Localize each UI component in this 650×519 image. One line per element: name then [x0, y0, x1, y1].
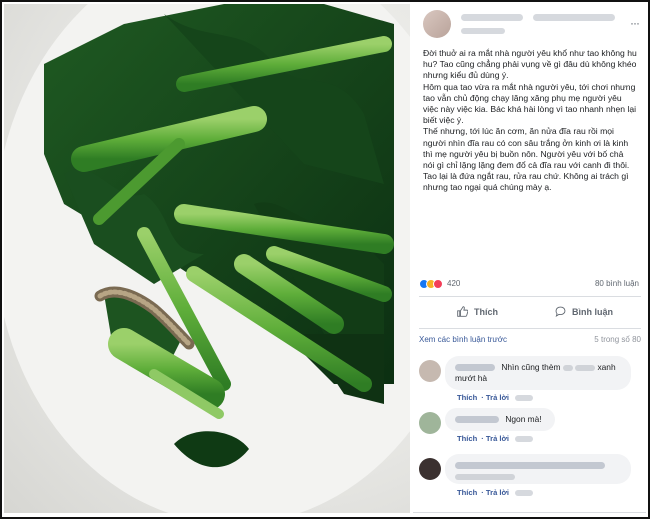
vegetable-dish-image: [4, 4, 410, 513]
group-name-blurred[interactable]: [533, 14, 615, 21]
comment-count[interactable]: 80 bình luận: [595, 279, 639, 288]
comment-text: Ngon mà!: [505, 414, 542, 424]
commenter-avatar[interactable]: [419, 412, 441, 434]
blurred-text: [562, 364, 573, 371]
comment-time-blurred[interactable]: [515, 436, 534, 442]
comment-reply-link[interactable]: Trả lời: [486, 488, 509, 497]
comment-button[interactable]: Bình luận: [555, 306, 613, 317]
like-button[interactable]: Thích: [457, 306, 498, 317]
comment-reply-link[interactable]: Trả lời: [486, 393, 509, 402]
comment-time-blurred[interactable]: [515, 395, 534, 401]
comment-meta: Thích · Trả lời: [457, 434, 537, 443]
author-name-blurred[interactable]: [461, 14, 523, 21]
post-actions: Thích Bình luận: [419, 300, 641, 326]
blurred-text: [455, 473, 515, 480]
comment-text: Nhìn cũng thèm: [501, 362, 561, 372]
comment-bubble: [445, 454, 631, 484]
divider: [419, 296, 641, 297]
reaction-bar[interactable]: 420 80 bình luận: [419, 278, 641, 292]
commenter-avatar[interactable]: [419, 458, 441, 480]
post-paragraph: Đời thuở ai ra mắt nhà người yêu khổ như…: [423, 48, 637, 81]
author-avatar[interactable]: [423, 10, 451, 38]
reaction-count[interactable]: 420: [447, 279, 460, 288]
love-reaction-icon: [433, 279, 443, 289]
view-previous-comments-link[interactable]: Xem các bình luận trước: [419, 335, 507, 344]
comment-like-link[interactable]: Thích: [457, 393, 477, 402]
comment-paging: 5 trong số 80: [594, 335, 641, 344]
post-paragraph: Thế nhưng, tới lúc ăn cơm, ăn nửa đĩa ra…: [423, 126, 630, 171]
comment-bubble: Nhìn cũng thèm xanh mướt hà: [445, 356, 631, 390]
commenter-avatar[interactable]: [419, 360, 441, 382]
comment-like-link[interactable]: Thích: [457, 488, 477, 497]
post-paragraph: Tao lại là đứa ngắt rau, rửa rau chứ. Kh…: [423, 171, 629, 193]
divider: [419, 328, 641, 329]
commenter-name-blurred[interactable]: [455, 416, 499, 424]
commenter-name-blurred[interactable]: [455, 462, 605, 470]
post-photo[interactable]: [4, 4, 410, 513]
comment-reply-link[interactable]: Trả lời: [486, 434, 509, 443]
blurred-text: [575, 364, 596, 371]
post-paragraph: Hôm qua tao vừa ra mắt nhà người yêu, tớ…: [423, 81, 637, 126]
comment-label: Bình luận: [572, 306, 613, 317]
post-body: Đời thuở ai ra mắt nhà người yêu khổ như…: [423, 48, 637, 194]
post-header: ···: [423, 10, 640, 40]
commenter-name-blurred[interactable]: [455, 364, 495, 372]
more-icon[interactable]: ···: [630, 16, 640, 30]
like-label: Thích: [474, 306, 498, 317]
comment-meta: Thích · Trả lời: [457, 488, 537, 497]
facebook-post: ··· Đời thuở ai ra mắt nhà người yêu khổ…: [413, 4, 646, 513]
comment-bubble: Ngon mà!: [445, 408, 555, 431]
divider: [413, 512, 646, 513]
comment-meta: Thích · Trả lời: [457, 393, 537, 402]
comment-time-blurred[interactable]: [515, 490, 534, 496]
comment-like-link[interactable]: Thích: [457, 434, 477, 443]
post-time-blurred: [461, 28, 505, 34]
thumbs-up-icon: [457, 306, 468, 317]
comment-icon: [555, 306, 566, 317]
